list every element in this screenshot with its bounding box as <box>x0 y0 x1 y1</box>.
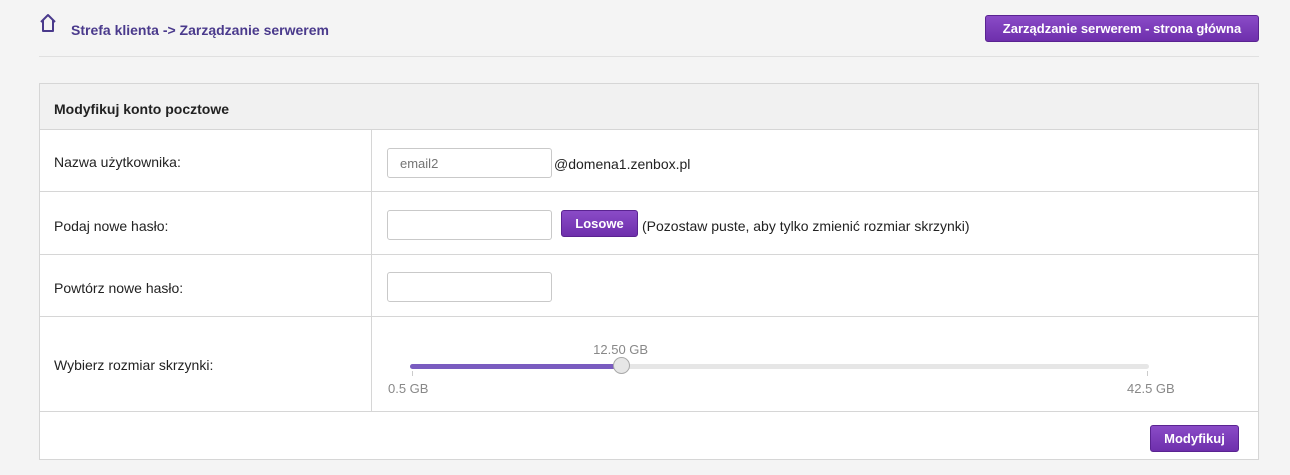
panel-title: Modyfikuj konto pocztowe <box>54 101 229 117</box>
repeat-password-input[interactable] <box>387 272 552 302</box>
repeat-password-label: Powtórz nowe hasło: <box>54 280 184 296</box>
modify-mailbox-panel: Modyfikuj konto pocztowe Nazwa użytkowni… <box>39 83 1259 460</box>
breadcrumb[interactable]: Strefa klienta -> Zarządzanie serwerem <box>71 22 329 38</box>
modify-button[interactable]: Modyfikuj <box>1150 425 1239 452</box>
slider-fill <box>410 364 622 369</box>
divider <box>39 56 1259 57</box>
password-hint: (Pozostaw puste, aby tylko zmienić rozmi… <box>642 218 970 234</box>
slider-value-label: 12.50 GB <box>593 342 649 357</box>
slider-min-tick <box>412 371 413 376</box>
panel-header: Modyfikuj konto pocztowe <box>40 84 1258 130</box>
mailbox-size-label: Wybierz rozmiar skrzynki: <box>54 357 214 373</box>
random-password-button[interactable]: Losowe <box>561 210 638 237</box>
new-password-input[interactable] <box>387 210 552 240</box>
username-input[interactable] <box>387 148 552 178</box>
mailbox-size-slider[interactable] <box>410 364 1149 369</box>
row-repeat-password: Powtórz nowe hasło: <box>40 255 1258 317</box>
new-password-label: Podaj nowe hasło: <box>54 218 169 234</box>
slider-handle[interactable] <box>613 357 631 374</box>
username-label: Nazwa użytkownika: <box>54 154 181 170</box>
server-management-home-button[interactable]: Zarządzanie serwerem - strona główna <box>985 15 1259 42</box>
domain-suffix: @domena1.zenbox.pl <box>554 156 691 172</box>
home-icon[interactable] <box>38 13 58 33</box>
slider-max-label: 42.5 GB <box>1127 381 1175 396</box>
slider-min-label: 0.5 GB <box>388 381 429 396</box>
slider-max-tick <box>1147 371 1148 376</box>
